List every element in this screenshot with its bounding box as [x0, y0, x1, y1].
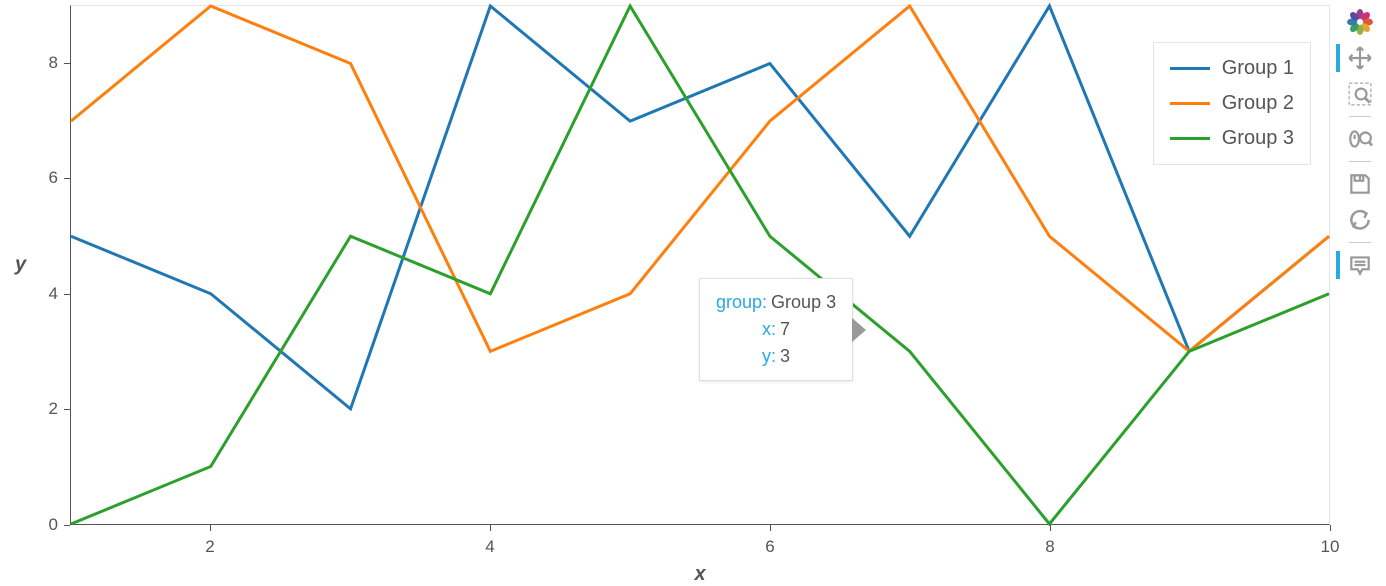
hover-tooltip: group:Group 3 x:7 y:3	[699, 278, 853, 381]
series-line-group-3	[71, 6, 1329, 524]
pan-tool-button[interactable]	[1342, 40, 1378, 76]
y-tick-label: 4	[49, 284, 58, 304]
y-axis-label: y	[15, 254, 26, 277]
legend-item-group2[interactable]: Group 2	[1166, 86, 1298, 121]
toolbar-separator	[1349, 161, 1371, 162]
legend[interactable]: Group 1 Group 2 Group 3	[1153, 42, 1311, 165]
x-tick-mark	[1050, 525, 1051, 531]
x-tick-mark	[490, 525, 491, 531]
tooltip-value: Group 3	[771, 292, 836, 312]
legend-swatch	[1170, 67, 1210, 70]
tooltip-arrow-icon	[852, 318, 866, 342]
chart-container: y 02468 Group 1 Group 2 Group 3 group:Gr…	[0, 0, 1336, 586]
x-tick-label: 10	[1321, 537, 1340, 557]
toolbar-separator	[1349, 116, 1371, 117]
x-tick-mark	[1330, 525, 1331, 531]
reset-tool-button[interactable]	[1342, 202, 1378, 238]
y-tick-label: 8	[49, 53, 58, 73]
y-axis: y 02468	[0, 5, 70, 525]
legend-swatch	[1170, 137, 1210, 140]
hover-tool-button[interactable]	[1342, 247, 1378, 283]
legend-label: Group 3	[1222, 127, 1294, 150]
tooltip-key: x:	[762, 319, 776, 339]
x-tick-label: 4	[485, 537, 494, 557]
active-indicator	[1336, 44, 1340, 72]
legend-swatch	[1170, 102, 1210, 105]
y-tick-label: 0	[49, 515, 58, 535]
tooltip-key: group:	[716, 292, 767, 312]
legend-item-group3[interactable]: Group 3	[1166, 121, 1298, 156]
y-tick-label: 6	[49, 168, 58, 188]
toolbar-separator	[1349, 242, 1371, 243]
x-tick-mark	[210, 525, 211, 531]
x-tick-mark	[770, 525, 771, 531]
plot-area[interactable]: Group 1 Group 2 Group 3 group:Group 3 x:…	[70, 5, 1330, 525]
x-tick-label: 8	[1045, 537, 1054, 557]
x-axis-label: x	[694, 563, 705, 586]
save-tool-button[interactable]	[1342, 166, 1378, 202]
legend-item-group1[interactable]: Group 1	[1166, 51, 1298, 86]
x-axis: x 246810	[70, 525, 1330, 585]
tooltip-value: 7	[780, 319, 790, 339]
tooltip-row-x: x:7	[716, 316, 836, 343]
tooltip-key: y:	[762, 346, 776, 366]
legend-label: Group 1	[1222, 57, 1294, 80]
y-tick-label: 2	[49, 399, 58, 419]
active-indicator	[1336, 251, 1340, 279]
legend-label: Group 2	[1222, 92, 1294, 115]
tooltip-row-y: y:3	[716, 343, 836, 370]
x-tick-label: 6	[765, 537, 774, 557]
wheel-zoom-tool-button[interactable]	[1342, 121, 1378, 157]
tooltip-row-group: group:Group 3	[716, 289, 836, 316]
line-plot-svg	[71, 6, 1329, 524]
chart-toolbar	[1340, 4, 1380, 283]
x-tick-label: 2	[205, 537, 214, 557]
tooltip-value: 3	[780, 346, 790, 366]
box-zoom-tool-button[interactable]	[1342, 76, 1378, 112]
bokeh-logo-icon[interactable]	[1342, 4, 1378, 40]
